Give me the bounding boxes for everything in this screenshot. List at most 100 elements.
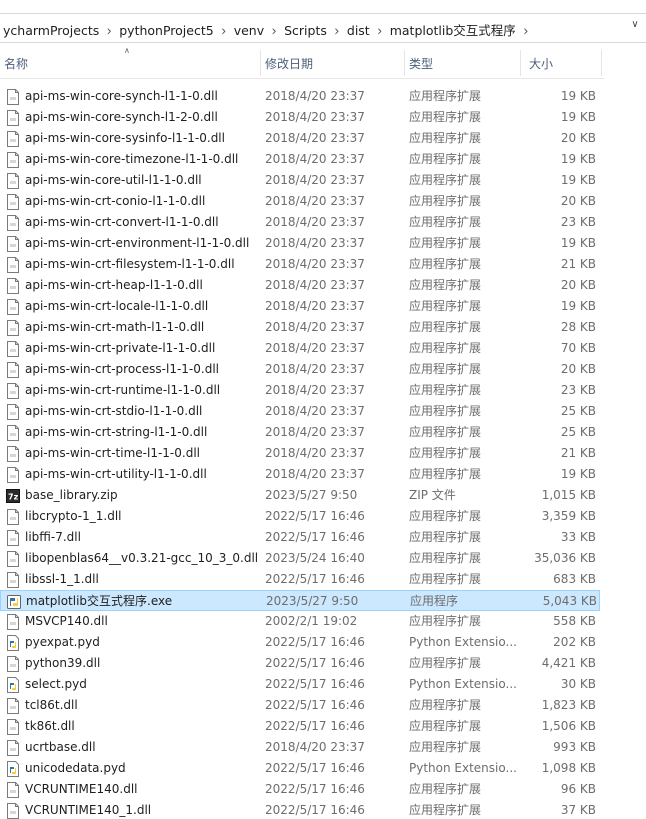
file-name: api-ms-win-crt-math-l1-1-0.dll [25,320,205,334]
file-row[interactable]: libssl-1_1.dll 2022/5/17 16:46 应用程序扩展 683 K… [0,569,600,590]
svg-text:7z: 7z [8,493,19,502]
chevron-right-icon[interactable]: › [519,23,533,40]
dll-icon [6,152,20,168]
file-row[interactable]: api-ms-win-crt-private-l1-1-0.dll 2018/4/… [0,338,600,359]
breadcrumb-segment[interactable]: matplotlib交互式程序 [387,20,519,39]
chevron-right-icon[interactable]: › [267,23,281,40]
file-size: 28 KB [560,320,596,334]
file-row[interactable]: 7z base_library.zip 2023/5/27 9:50 ZIP 文件 1,… [0,485,600,506]
dll-icon [6,425,20,441]
file-row[interactable]: libcrypto-1_1.dll 2022/5/17 16:46 应用程序扩展 3,… [0,506,600,527]
file-date: 2018/4/20 23:37 [265,173,365,187]
chevron-right-icon[interactable]: › [330,23,344,40]
file-type: 应用程序扩展 [409,152,482,166]
file-name: api-ms-win-crt-convert-l1-1-0.dll [25,215,219,229]
breadcrumb-segment[interactable]: dist [344,23,373,38]
dll-icon [6,299,20,315]
file-row[interactable]: api-ms-win-crt-process-l1-1-0.dll 2018/4/… [0,359,600,380]
file-row[interactable]: tk86t.dll 2022/5/17 16:46 应用程序扩展 1,506 KB [0,716,600,737]
file-date: 2018/4/20 23:37 [265,194,365,208]
file-row[interactable]: api-ms-win-crt-locale-l1-1-0.dll 2018/4/2… [0,296,600,317]
file-size: 20 KB [560,131,596,145]
dll-icon [6,740,20,756]
file-date: 2022/5/17 16:46 [265,509,365,523]
file-size: 202 KB [553,635,596,649]
dll-icon [6,110,20,126]
file-row[interactable]: api-ms-win-crt-stdio-l1-1-0.dll 2018/4/20… [0,401,600,422]
file-name: tk86t.dll [25,719,75,733]
file-row[interactable]: pyexpat.pyd 2022/5/17 16:46 Python Extensi… [0,632,600,653]
file-name: api-ms-win-crt-environment-l1-1-0.dll [25,236,250,250]
file-row[interactable]: api-ms-win-core-synch-l1-2-0.dll 2018/4/2… [0,107,600,128]
file-date: 2022/5/17 16:46 [265,782,365,796]
file-date: 2022/5/17 16:46 [265,803,365,817]
dll-icon [6,509,20,525]
breadcrumb-segment[interactable]: venv [231,23,267,38]
chevron-down-icon[interactable]: ∨ [626,19,644,30]
chevron-right-icon[interactable]: › [217,23,231,40]
file-row[interactable]: api-ms-win-core-sysinfo-l1-1-0.dll 2018/4… [0,128,600,149]
file-size: 96 KB [560,782,596,796]
file-row[interactable]: VCRUNTIME140_1.dll 2022/5/17 16:46 应用程序扩展 3… [0,800,600,819]
file-row[interactable]: matplotlib交互式程序.exe 2023/5/27 9:50 应用程序 5,0… [0,590,600,611]
file-row[interactable]: api-ms-win-crt-filesystem-l1-1-0.dll 2018… [0,254,600,275]
file-row[interactable]: api-ms-win-crt-utility-l1-1-0.dll 2018/4/… [0,464,600,485]
file-type: 应用程序扩展 [409,698,482,712]
file-row[interactable]: MSVCP140.dll 2002/2/1 19:02 应用程序扩展 558 KB [0,611,600,632]
file-name: libffi-7.dll [25,530,81,544]
file-name: api-ms-win-core-synch-l1-1-0.dll [25,89,218,103]
dll-icon [6,698,20,714]
file-date: 2022/5/17 16:46 [265,572,365,586]
file-row[interactable]: libopenblas64__v0.3.21-gcc_10_3_0.dll 202… [0,548,600,569]
file-row[interactable]: libffi-7.dll 2022/5/17 16:46 应用程序扩展 33 KB [0,527,600,548]
dll-icon [6,551,20,567]
file-size: 5,043 KB [542,594,597,608]
file-row[interactable]: select.pyd 2022/5/17 16:46 Python Extensio… [0,674,600,695]
breadcrumb-segment[interactable]: Scripts [281,23,330,38]
file-row-clipped[interactable] [0,64,600,78]
file-row[interactable]: VCRUNTIME140.dll 2022/5/17 16:46 应用程序扩展 96 … [0,779,600,800]
dll-icon [6,320,20,336]
dll-icon [6,572,20,588]
file-type: 应用程序扩展 [409,572,482,586]
file-type: 应用程序扩展 [409,278,482,292]
file-row[interactable]: api-ms-win-crt-time-l1-1-0.dll 2018/4/20 … [0,443,600,464]
file-type: 应用程序扩展 [409,425,482,439]
file-date: 2002/2/1 19:02 [265,614,358,628]
file-row[interactable]: api-ms-win-crt-runtime-l1-1-0.dll 2018/4/… [0,380,600,401]
file-type: 应用程序扩展 [409,257,482,271]
file-row[interactable]: api-ms-win-crt-conio-l1-1-0.dll 2018/4/20… [0,191,600,212]
breadcrumb-segment[interactable]: ycharmProjects [0,23,102,38]
breadcrumb-segment[interactable]: pythonProject5 [116,23,216,38]
file-name: api-ms-win-crt-runtime-l1-1-0.dll [25,383,221,397]
file-type: Python Extensio... [409,761,517,775]
file-name: python39.dll [25,656,101,670]
file-name: base_library.zip [25,488,118,502]
chevron-right-icon[interactable]: › [373,23,387,40]
file-date: 2023/5/27 9:50 [266,594,359,608]
file-row[interactable]: api-ms-win-crt-math-l1-1-0.dll 2018/4/20 … [0,317,600,338]
file-row[interactable]: api-ms-win-core-util-l1-1-0.dll 2018/4/20… [0,170,600,191]
file-size: 1,098 KB [541,761,596,775]
file-row[interactable]: python39.dll 2022/5/17 16:46 应用程序扩展 4,421 K… [0,653,600,674]
file-row[interactable]: api-ms-win-crt-environment-l1-1-0.dll 201… [0,233,600,254]
file-row[interactable]: api-ms-win-core-synch-l1-1-0.dll 2018/4/2… [0,86,600,107]
file-size: 37 KB [560,803,596,817]
file-size: 3,359 KB [541,509,596,523]
file-date: 2018/4/20 23:37 [265,257,365,271]
file-row[interactable]: unicodedata.pyd 2022/5/17 16:46 Python Ext… [0,758,600,779]
file-row[interactable]: api-ms-win-crt-convert-l1-1-0.dll 2018/4/… [0,212,600,233]
file-type: 应用程序扩展 [409,131,482,145]
file-row[interactable]: api-ms-win-crt-heap-l1-1-0.dll 2018/4/20 … [0,275,600,296]
dll-icon [6,656,20,672]
file-size: 1,015 KB [541,488,596,502]
file-row[interactable]: api-ms-win-core-timezone-l1-1-0.dll 2018/… [0,149,600,170]
file-row[interactable]: api-ms-win-crt-string-l1-1-0.dll 2018/4/2… [0,422,600,443]
file-size: 23 KB [560,215,596,229]
file-row[interactable]: tcl86t.dll 2022/5/17 16:46 应用程序扩展 1,823 KB [0,695,600,716]
chevron-right-icon[interactable]: › [102,23,116,40]
file-row[interactable]: ucrtbase.dll 2018/4/20 23:37 应用程序扩展 993 KB [0,737,600,758]
file-name: tcl86t.dll [25,698,78,712]
file-name: select.pyd [25,677,87,691]
file-date: 2022/5/17 16:46 [265,719,365,733]
